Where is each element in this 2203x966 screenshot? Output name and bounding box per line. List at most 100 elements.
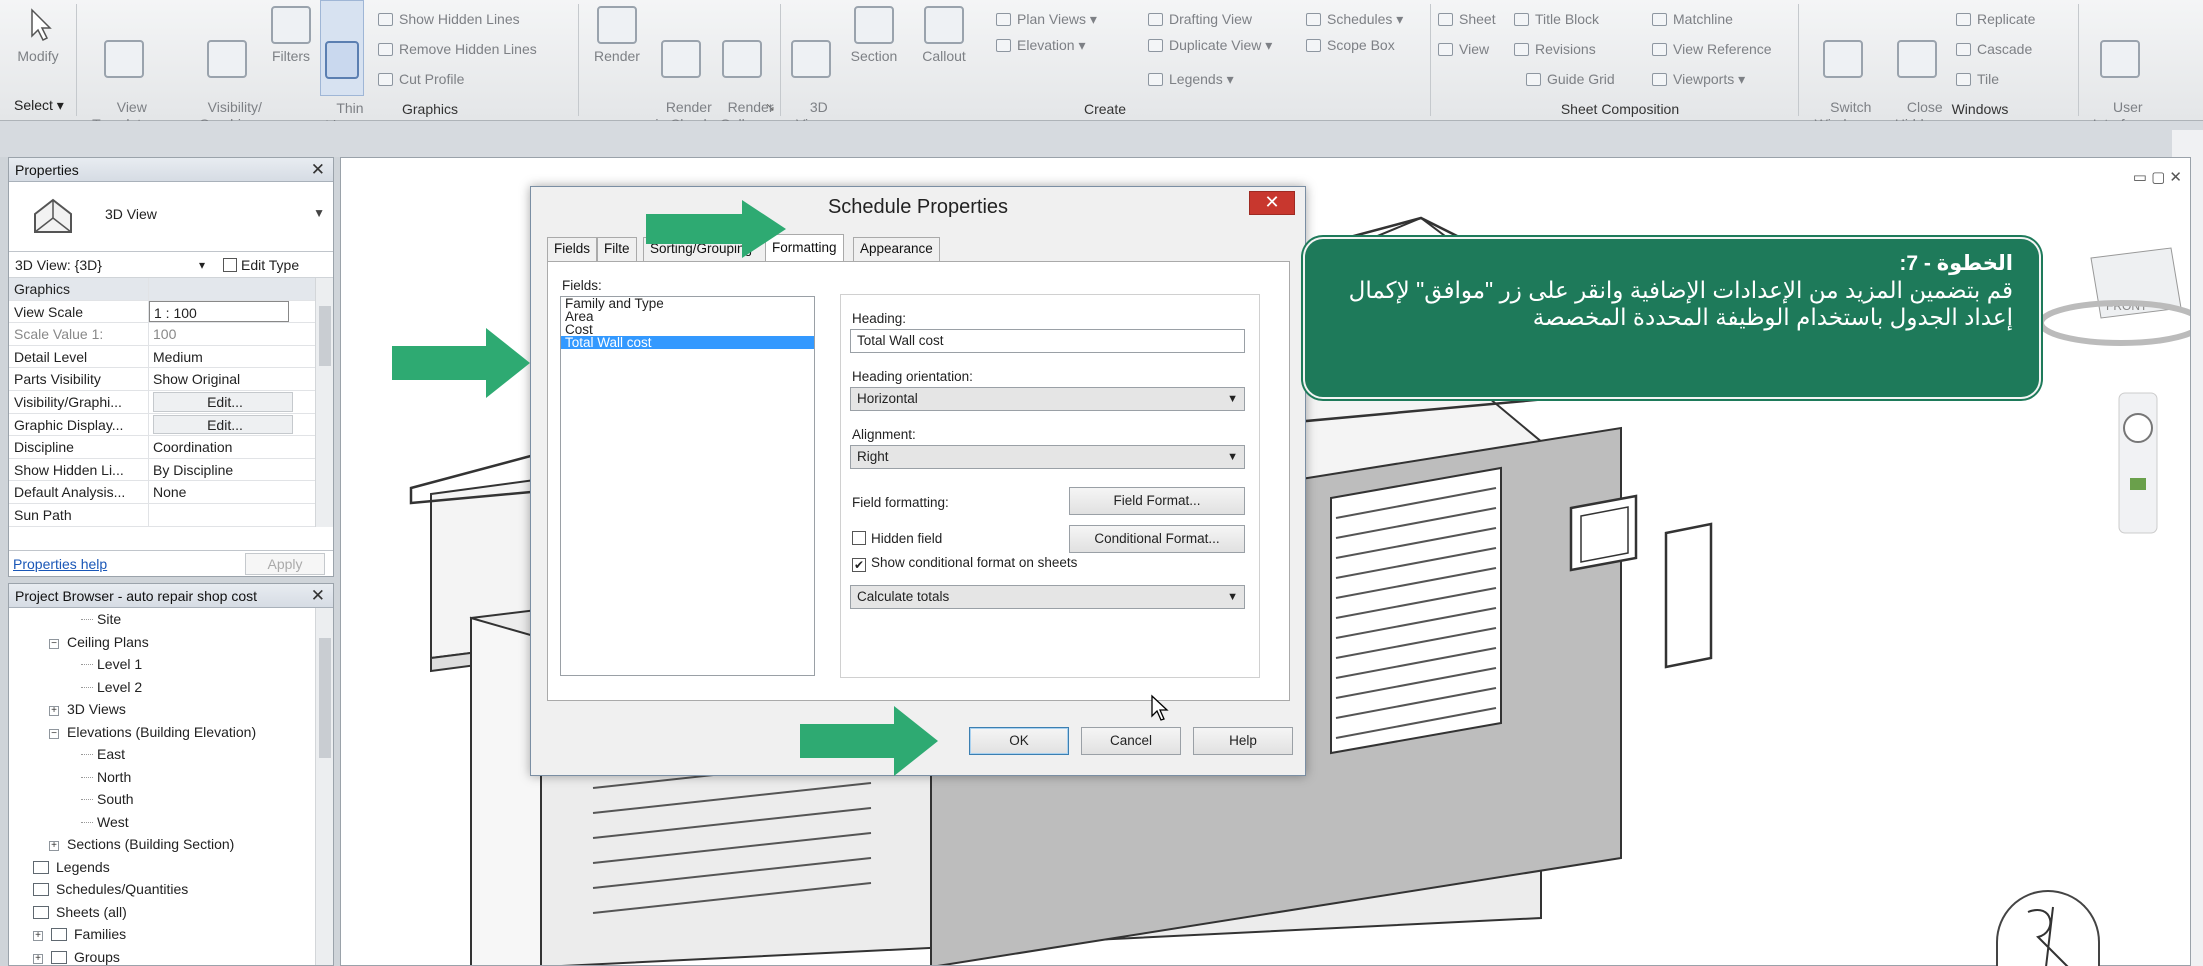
tile-button[interactable]: Tile [1956, 70, 1999, 88]
tab-fields[interactable]: Fields [547, 237, 598, 261]
browser-item[interactable]: West [9, 811, 333, 834]
select-menu[interactable]: Select ▾ [14, 97, 64, 114]
browser-item[interactable]: + Sections (Building Section) [9, 833, 333, 856]
properties-scrollbar[interactable] [315, 278, 333, 527]
property-edit-button[interactable]: Edit... [153, 414, 293, 435]
ok-button[interactable]: OK [969, 727, 1069, 755]
browser-item-label: 3D Views [67, 701, 126, 717]
cascade-button[interactable]: Cascade [1956, 40, 2032, 58]
property-value[interactable]: Coordination [149, 436, 289, 458]
property-row: Show Hidden Li... By Discipline [9, 458, 333, 482]
expand-icon[interactable]: + [49, 706, 59, 716]
revisions-button[interactable]: Revisions [1514, 40, 1596, 58]
fields-list[interactable]: Family and Type Area Cost Total Wall cos… [560, 296, 815, 676]
teapot-icon [597, 6, 637, 44]
modify-button[interactable]: Modify [8, 0, 68, 65]
section-button[interactable]: Section [842, 0, 906, 65]
property-value[interactable]: None [149, 481, 289, 503]
field-item-selected[interactable]: Total Wall cost [561, 336, 814, 349]
alignment-select[interactable]: Right ▼ [850, 445, 1245, 469]
edit-type-button[interactable]: Edit Type [223, 252, 299, 278]
browser-item[interactable]: + Groups [9, 946, 333, 966]
browser-item[interactable]: East [9, 743, 333, 766]
hidden-field-checkbox[interactable]: Hidden field [852, 531, 942, 547]
browser-item[interactable]: − Elevations (Building Elevation) [9, 721, 333, 744]
guide-grid-button[interactable]: Guide Grid [1526, 70, 1615, 88]
property-name: Scale Value 1: [9, 323, 149, 345]
expand-icon[interactable]: + [49, 841, 59, 851]
property-value[interactable]: Medium [149, 346, 289, 368]
thin-lines-button[interactable]: Thin Lines [320, 0, 364, 133]
property-value[interactable]: 1 : 100 [149, 300, 289, 323]
dialog-close-button[interactable]: ✕ [1249, 191, 1295, 215]
viewport-window-controls[interactable]: ▭ ▢ ✕ [2133, 168, 2182, 186]
view-button[interactable]: View [1438, 40, 1489, 58]
expand-icon[interactable]: + [33, 931, 43, 941]
totals-select[interactable]: Calculate totals ▼ [850, 585, 1245, 609]
conditional-format-button[interactable]: Conditional Format... [1069, 525, 1245, 553]
legends-button[interactable]: Legends ▾ [1148, 70, 1234, 88]
property-value[interactable]: Show Original [149, 368, 289, 390]
chevron-down-icon[interactable]: ▼ [313, 206, 325, 220]
browser-item[interactable]: Site [9, 608, 333, 631]
viewports-button[interactable]: Viewports ▾ [1652, 70, 1745, 88]
scope-box-button[interactable]: Scope Box [1306, 36, 1395, 54]
viewcube-icon[interactable]: FRONT [2038, 247, 2191, 346]
view-reference-button[interactable]: View Reference [1652, 40, 1772, 58]
callout-button[interactable]: Callout [912, 0, 976, 65]
browser-item[interactable]: South [9, 788, 333, 811]
browser-item[interactable]: Sheets (all) [9, 901, 333, 924]
expand-icon[interactable]: + [33, 953, 43, 964]
browser-item[interactable]: − Ceiling Plans [9, 631, 333, 654]
title-block-button[interactable]: Title Block [1514, 10, 1599, 28]
sheet-button[interactable]: Sheet [1438, 10, 1496, 28]
tab-filter[interactable]: Filte [597, 237, 637, 261]
collapse-icon[interactable]: − [49, 728, 59, 739]
properties-help-link[interactable]: Properties help [9, 556, 107, 572]
cancel-button[interactable]: Cancel [1081, 727, 1181, 755]
remove-hidden-lines-button[interactable]: Remove Hidden Lines [378, 40, 537, 58]
field-item[interactable]: Family and Type [561, 297, 814, 311]
render-button[interactable]: Render [586, 0, 648, 65]
drafting-view-button[interactable]: Drafting View [1148, 10, 1252, 28]
property-value[interactable] [149, 504, 289, 526]
replicate-button[interactable]: Replicate [1956, 10, 2035, 28]
property-edit-button[interactable]: Edit... [153, 391, 293, 412]
properties-group-header[interactable]: Graphics [9, 278, 333, 301]
plan-views-button[interactable]: Plan Views ▾ [996, 10, 1097, 28]
view-instance-selector[interactable]: 3D View: {3D} ▾ Edit Type [9, 252, 333, 278]
house-3d-icon [34, 198, 72, 233]
show-conditional-format-checkbox[interactable]: ✔ Show conditional format on sheets [852, 555, 1077, 572]
browser-item[interactable]: +3D Views [9, 698, 333, 721]
close-icon[interactable]: ✕ [311, 158, 325, 182]
show-hidden-lines-button[interactable]: Show Hidden Lines [378, 10, 520, 28]
browser-scrollbar[interactable] [315, 608, 333, 965]
elevation-button[interactable]: Elevation ▾ [996, 36, 1086, 54]
heading-orientation-select[interactable]: Horizontal ▼ [850, 387, 1245, 411]
browser-item[interactable]: Level 1 [9, 653, 333, 676]
type-selector[interactable]: 3D View ▼ [9, 182, 333, 252]
cut-profile-button[interactable]: Cut Profile [378, 70, 464, 88]
matchline-button[interactable]: Matchline [1652, 10, 1733, 28]
navigation-bar[interactable] [2118, 392, 2158, 534]
browser-item[interactable]: North [9, 766, 333, 789]
apply-button[interactable]: Apply [245, 553, 325, 575]
tab-appearance[interactable]: Appearance [853, 237, 940, 261]
field-item[interactable]: Area [561, 310, 814, 324]
duplicate-view-button[interactable]: Duplicate View ▾ [1148, 36, 1272, 54]
collapse-icon[interactable]: − [49, 638, 59, 649]
chevron-down-icon[interactable]: ▾ [199, 252, 205, 278]
help-button[interactable]: Help [1193, 727, 1293, 755]
switch-windows-icon [1823, 40, 1863, 78]
tree-connector [81, 686, 93, 688]
browser-item[interactable]: + Families [9, 923, 333, 946]
heading-input[interactable]: Total Wall cost [850, 329, 1245, 353]
close-icon[interactable]: ✕ [311, 584, 325, 608]
browser-item[interactable]: Level 2 [9, 676, 333, 699]
property-value[interactable]: By Discipline [149, 459, 289, 481]
schedules-button[interactable]: Schedules ▾ [1306, 10, 1403, 28]
browser-item[interactable]: Legends [9, 856, 333, 879]
browser-item[interactable]: Schedules/Quantities [9, 878, 333, 901]
field-format-button[interactable]: Field Format... [1069, 487, 1245, 515]
filters-button[interactable]: Filters [264, 0, 318, 65]
